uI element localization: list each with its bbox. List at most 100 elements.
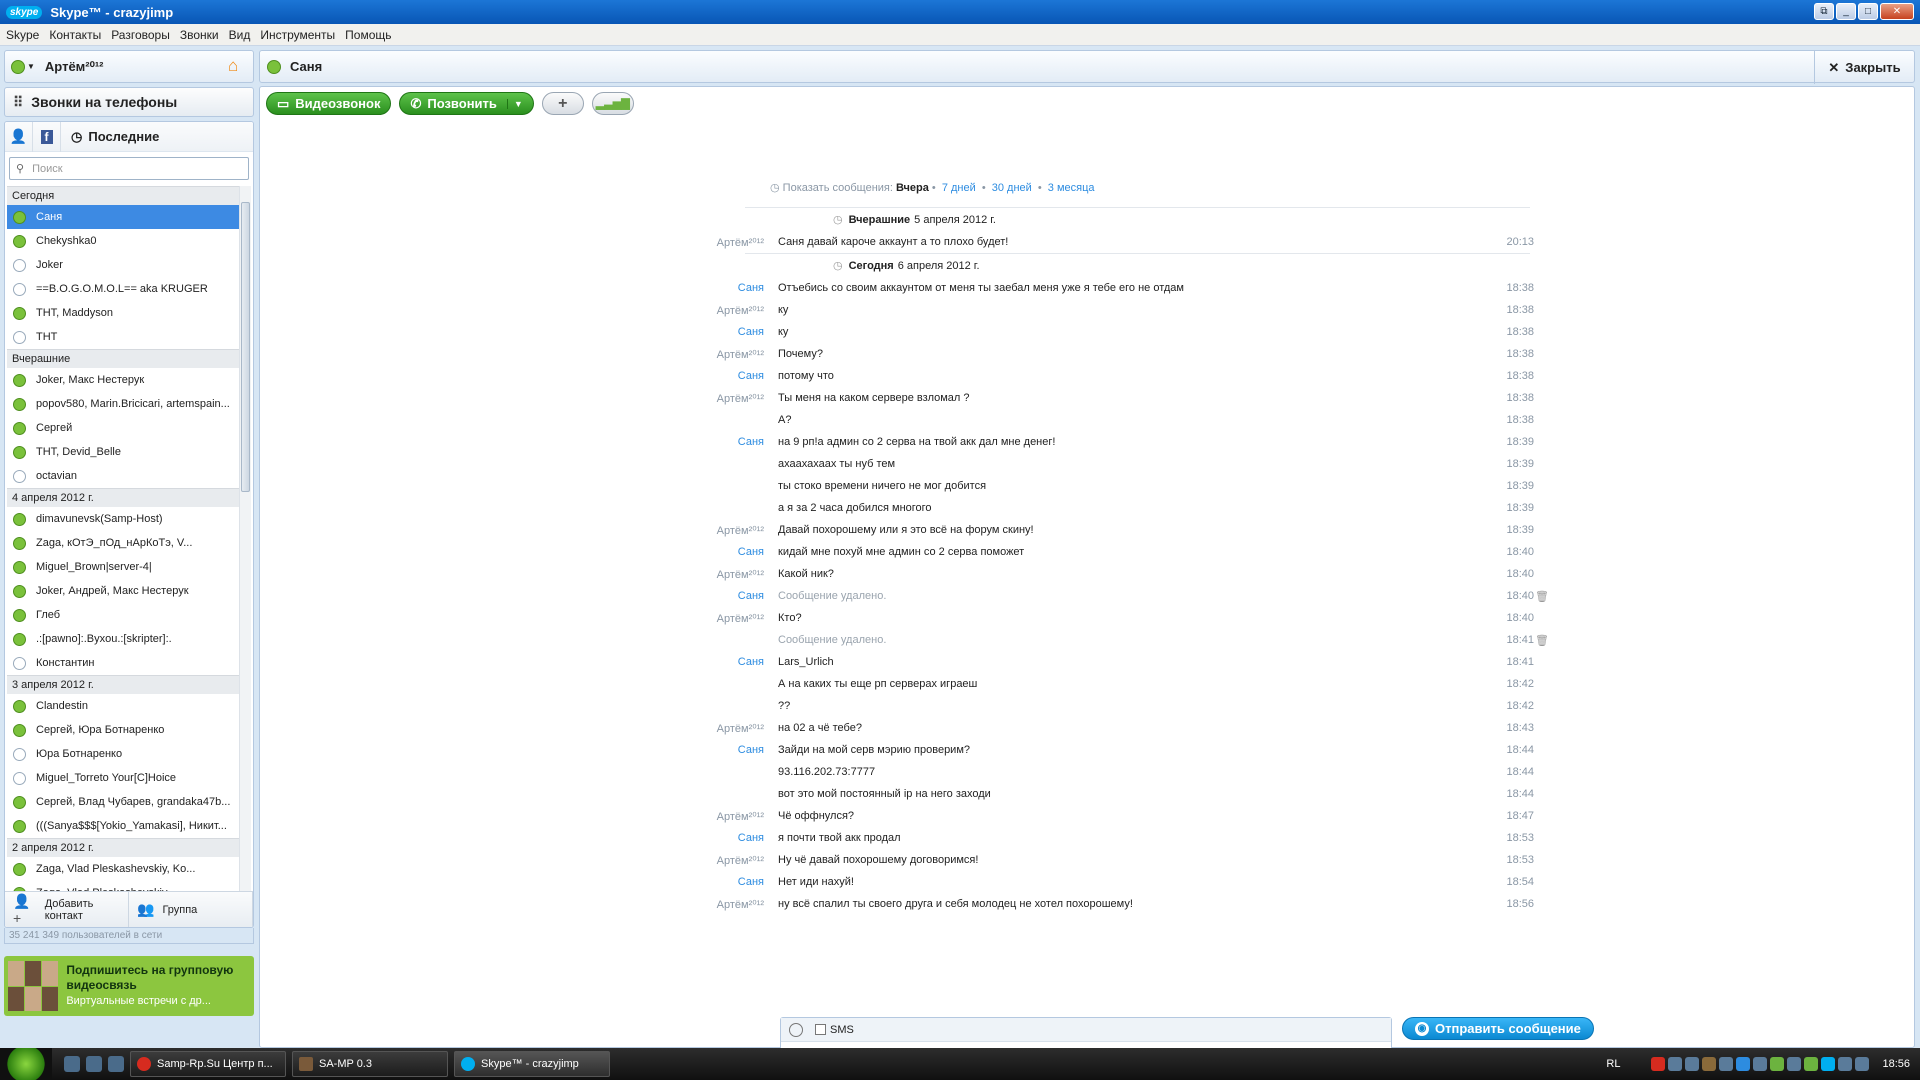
skype-tray-icon[interactable] bbox=[1821, 1057, 1836, 1071]
menu-item[interactable]: Разговоры bbox=[111, 28, 170, 42]
call-quality-button[interactable]: ▂▃▅▇ bbox=[591, 92, 634, 115]
message-sender[interactable]: Артём²⁰¹² bbox=[660, 612, 778, 625]
message-row[interactable]: Артём²⁰¹² Чё оффнулся? 18:47 bbox=[660, 805, 1550, 827]
message-row[interactable]: Артём²⁰¹² Ну чё давай похорошему договори… bbox=[660, 849, 1550, 871]
contact-item[interactable]: Сергей, Влад Чубарев, grandaka47b... bbox=[7, 790, 239, 814]
message-row[interactable]: ?? 18:42 bbox=[660, 695, 1550, 717]
tray-icon[interactable] bbox=[1804, 1057, 1819, 1071]
tray-icon[interactable] bbox=[1651, 1057, 1666, 1071]
contact-item[interactable]: dimavunevsk(Samp-Host) bbox=[7, 507, 239, 531]
sms-checkbox[interactable] bbox=[815, 1024, 826, 1035]
message-sender[interactable]: Саня bbox=[660, 656, 778, 668]
message-sender[interactable]: Саня bbox=[660, 326, 778, 338]
contact-item[interactable]: Miguel_Brown|server-4| bbox=[7, 555, 239, 579]
contact-item[interactable]: Zaga, кОтЭ_пОд_нАрКоТэ, V... bbox=[7, 531, 239, 555]
menu-item[interactable]: Звонки bbox=[180, 28, 219, 42]
message-sender[interactable]: Артём²⁰¹² bbox=[660, 236, 778, 249]
message-sender[interactable]: Артём²⁰¹² bbox=[660, 898, 778, 911]
message-row[interactable]: А? 18:38 bbox=[660, 409, 1550, 431]
contact-item[interactable]: THT, Devid_Belle bbox=[7, 440, 239, 464]
history-7-days-link[interactable]: 7 дней bbox=[942, 182, 976, 194]
tab-facebook[interactable]: f bbox=[33, 122, 61, 152]
message-sender[interactable]: Саня bbox=[660, 436, 778, 448]
menu-item[interactable]: Помощь bbox=[345, 28, 391, 42]
contact-item[interactable]: Chekyshka0 bbox=[7, 229, 239, 253]
tray-icon[interactable] bbox=[1719, 1057, 1734, 1071]
message-row[interactable]: Артём²⁰¹² Саня давай кароче аккаунт а то … bbox=[660, 231, 1550, 253]
contact-item[interactable]: Саня bbox=[7, 205, 239, 229]
message-sender[interactable]: Саня bbox=[660, 876, 778, 888]
contact-item[interactable]: Zaga, Vlad Pleskashevskiy, Ko... bbox=[7, 857, 239, 881]
chat-contact-name[interactable]: Саня bbox=[290, 59, 322, 74]
message-sender[interactable]: Артём²⁰¹² bbox=[660, 854, 778, 867]
add-people-button[interactable]: + bbox=[541, 92, 584, 115]
profile-name[interactable]: Артём²⁰¹² bbox=[45, 59, 104, 75]
message-sender[interactable]: Артём²⁰¹² bbox=[660, 304, 778, 317]
search-input[interactable]: ⚲ Поиск bbox=[9, 157, 249, 180]
minimize-button[interactable]: _ bbox=[1836, 3, 1856, 20]
message-row[interactable]: Сообщение удалено. 18:41 🗑 bbox=[660, 629, 1550, 651]
taskbar-item-browser[interactable]: Samp-Rp.Su Центр п... bbox=[130, 1051, 286, 1077]
volume-icon[interactable] bbox=[1787, 1057, 1802, 1071]
contact-item[interactable]: Joker, Андрей, Макс Нестерук bbox=[7, 579, 239, 603]
trash-icon[interactable]: 🗑 bbox=[1534, 634, 1550, 647]
message-row[interactable]: 93.116.202.73:7777 18:44 bbox=[660, 761, 1550, 783]
message-row[interactable]: Саня Lars_Urlich 18:41 bbox=[660, 651, 1550, 673]
message-row[interactable]: Артём²⁰¹² Почему? 18:38 bbox=[660, 343, 1550, 365]
compact-view-button[interactable]: ⧉ bbox=[1814, 3, 1834, 20]
profile-bar[interactable]: ▼ Артём²⁰¹² ⌂ bbox=[4, 50, 254, 83]
contact-item[interactable]: Joker bbox=[7, 253, 239, 277]
message-row[interactable]: Саня Сообщение удалено. 18:40 🗑 bbox=[660, 585, 1550, 607]
contact-item[interactable]: Сергей bbox=[7, 416, 239, 440]
tab-contacts[interactable]: 👤 bbox=[5, 122, 33, 152]
message-row[interactable]: Саня на 9 рп!а админ со 2 серва на твой а… bbox=[660, 431, 1550, 453]
message-row[interactable]: Саня Нет иди нахуй! 18:54 bbox=[660, 871, 1550, 893]
message-row[interactable]: Саня ку 18:38 bbox=[660, 321, 1550, 343]
message-row[interactable]: ты стоко времени ничего не мог добится 18… bbox=[660, 475, 1550, 497]
promo-banner[interactable]: Подпишитесь на групповую видеосвязь Вирт… bbox=[4, 956, 254, 1016]
message-sender[interactable]: Саня bbox=[660, 282, 778, 294]
close-chat-button[interactable]: ✕ Закрыть bbox=[1814, 51, 1914, 84]
contact-item[interactable]: THT, Maddyson bbox=[7, 301, 239, 325]
contact-item[interactable]: THT bbox=[7, 325, 239, 349]
start-button[interactable] bbox=[0, 1048, 52, 1080]
home-icon[interactable]: ⌂ bbox=[228, 57, 246, 74]
tray-icon[interactable] bbox=[1770, 1057, 1785, 1071]
message-sender[interactable]: Саня bbox=[660, 744, 778, 756]
status-dropdown-icon[interactable]: ▼ bbox=[27, 62, 35, 71]
message-sender[interactable]: Артём²⁰¹² bbox=[660, 568, 778, 581]
add-contact-button[interactable]: 👤+ Добавить контакт bbox=[5, 892, 129, 927]
message-sender[interactable]: Артём²⁰¹² bbox=[660, 392, 778, 405]
quicklaunch-icon[interactable] bbox=[86, 1056, 102, 1072]
send-message-button[interactable]: ◉ Отправить сообщение bbox=[1402, 1017, 1594, 1040]
trash-icon[interactable]: 🗑 bbox=[1534, 590, 1550, 603]
message-row[interactable]: Саня Зайди на мой серв мэрию проверим? 18:… bbox=[660, 739, 1550, 761]
menu-item[interactable]: Skype bbox=[6, 28, 39, 42]
contact-item[interactable]: (((Sanya$$$[Yokio_Yamakasi], Никит... bbox=[7, 814, 239, 838]
message-row[interactable]: Саня кидай мне похуй мне админ со 2 серва… bbox=[660, 541, 1550, 563]
message-row[interactable]: ахаахахаах ты нуб тем 18:39 bbox=[660, 453, 1550, 475]
contact-list-scrollbar[interactable] bbox=[239, 186, 251, 915]
menu-item[interactable]: Инструменты bbox=[260, 28, 335, 42]
message-row[interactable]: Саня я почти твой акк продал 18:53 bbox=[660, 827, 1550, 849]
message-row[interactable]: Артём²⁰¹² на 02 а чё тебе? 18:43 bbox=[660, 717, 1550, 739]
tray-icon[interactable] bbox=[1685, 1057, 1700, 1071]
call-button[interactable]: ✆ Позвонить ▼ bbox=[399, 92, 534, 115]
message-sender[interactable]: Артём²⁰¹² bbox=[660, 524, 778, 537]
scrollbar-thumb[interactable] bbox=[241, 202, 250, 492]
tray-icon[interactable] bbox=[1753, 1057, 1768, 1071]
contact-item[interactable]: Miguel_Torreto Your[C]Hoice bbox=[7, 766, 239, 790]
tab-recent[interactable]: ◷ Последние bbox=[61, 122, 169, 152]
maximize-button[interactable]: □ bbox=[1858, 3, 1878, 20]
message-row[interactable]: Саня Отъебись со своим аккаунтом от меня … bbox=[660, 277, 1550, 299]
emoticon-icon[interactable] bbox=[789, 1022, 803, 1037]
message-row[interactable]: Артём²⁰¹² ну всё спалил ты своего друга и… bbox=[660, 893, 1550, 915]
online-status-icon[interactable] bbox=[11, 59, 25, 74]
close-window-button[interactable]: ✕ bbox=[1880, 3, 1914, 20]
history-3-months-link[interactable]: 3 месяца bbox=[1048, 182, 1095, 194]
language-indicator[interactable]: RL bbox=[1606, 1058, 1620, 1070]
message-sender[interactable]: Саня bbox=[660, 590, 778, 602]
quicklaunch-icon[interactable] bbox=[108, 1056, 124, 1072]
contact-item[interactable]: Константин bbox=[7, 651, 239, 675]
message-row[interactable]: Саня потому что 18:38 bbox=[660, 365, 1550, 387]
